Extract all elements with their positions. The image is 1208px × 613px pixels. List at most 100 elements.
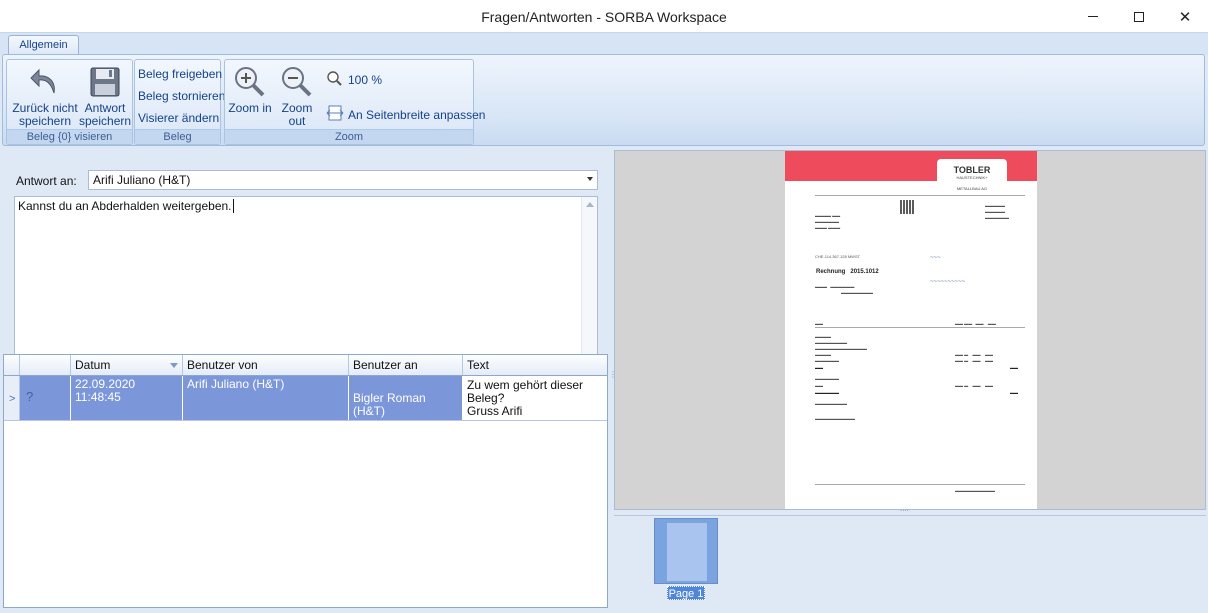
- tab-allgemein[interactable]: Allgemein: [8, 35, 79, 56]
- minimize-icon: [1088, 16, 1098, 17]
- reply-to-value: Arifi Juliano (H&T): [93, 173, 191, 187]
- doc-amount-3: ▬▬: [1010, 365, 1018, 370]
- doc-row-9: ▬▬▬▬▬▬: [815, 390, 839, 395]
- document-viewer[interactable]: TOBLER HAUSTECHNIK+ METALLBAU AG ▬▬▬▬ ▬▬…: [614, 150, 1206, 510]
- doc-terms: ▬▬▬▬▬▬▬▬: [815, 401, 847, 406]
- logo-name: TOBLER: [953, 165, 991, 175]
- left-pane: Antwort an: Arifi Juliano (H&T) Kannst d…: [0, 148, 611, 613]
- zoom-out-button[interactable]: Zoom out: [272, 62, 322, 128]
- ribbon-group-visieren: Zurück nicht speichern Antwort speichern…: [6, 59, 133, 145]
- reply-to-combo[interactable]: Arifi Juliano (H&T): [88, 170, 598, 190]
- maximize-button[interactable]: [1116, 0, 1162, 33]
- reply-to-label: Antwort an:: [16, 174, 77, 188]
- maximize-icon: [1134, 11, 1144, 22]
- ribbon-group-beleg: Beleg freigeben Beleg stornieren Visiere…: [134, 59, 225, 145]
- zoom-in-icon: [228, 62, 272, 102]
- header-benutzer-von[interactable]: Benutzer von: [183, 355, 349, 375]
- doc-footer-line: [815, 484, 1025, 485]
- floppy-disk-icon: [79, 62, 131, 102]
- cancel-document-button[interactable]: Beleg stornieren: [138, 89, 225, 103]
- zoom-out-icon: [272, 62, 322, 102]
- close-icon: ✕: [1178, 8, 1192, 26]
- thumbnail-label[interactable]: Page 1: [667, 586, 705, 600]
- doc-object-2: ▬▬▬▬▬▬▬▬: [841, 290, 873, 295]
- doc-amount-1: ▬▬ ▬ ▬▬ ▬▬: [955, 352, 994, 357]
- zoom-level-label: 100 %: [348, 72, 383, 87]
- doc-amount-5: ▬▬: [1010, 390, 1018, 395]
- doc-row-2: ▬▬▬▬▬▬▬▬: [815, 340, 847, 345]
- fit-width-icon: [326, 104, 344, 125]
- fit-width-button[interactable]: An Seitenbreite anpassen: [326, 104, 485, 125]
- doc-address-2: ▬▬▬▬▬▬: [815, 219, 839, 224]
- header-datum[interactable]: Datum: [71, 355, 183, 375]
- logo-sub1: HAUSTECHNIK+: [956, 175, 988, 180]
- doc-table-line-1: [815, 327, 1025, 328]
- close-button[interactable]: ✕: [1162, 0, 1208, 33]
- release-document-button[interactable]: Beleg freigeben: [138, 67, 222, 81]
- cell-von: Arifi Juliano (H&T): [183, 376, 349, 420]
- cell-text-line3: Gruss Arifi: [467, 404, 523, 418]
- handwritten-note-2: ~~~~~~~~~~: [930, 279, 966, 285]
- doc-contact-3: ▬▬▬▬▬▬: [985, 215, 1009, 220]
- minimize-button[interactable]: [1070, 0, 1116, 33]
- doc-row-7: ▬▬▬▬▬▬: [815, 376, 839, 381]
- text-cursor: [232, 199, 234, 213]
- table-row[interactable]: ? 22.09.2020 11:48:45 Arifi Juliano (H&T…: [20, 376, 607, 421]
- zoom-out-label: Zoom out: [281, 101, 313, 128]
- save-answer-button[interactable]: Antwort speichern: [79, 62, 131, 128]
- doc-thanks: ▬▬▬▬▬▬▬▬▬▬: [815, 416, 855, 421]
- company-logo: TOBLER HAUSTECHNIK+ METALLBAU AG: [937, 159, 1007, 199]
- qr-code-icon: [900, 200, 914, 214]
- doc-table-header: ▬▬: [815, 321, 823, 326]
- thumbnail-panel: Page 1: [614, 515, 1206, 613]
- doc-invoice-label: Rechnung: [816, 269, 846, 275]
- group-label-visieren: Beleg {0} visieren: [7, 129, 132, 144]
- header-datum-label: Datum: [75, 358, 111, 372]
- cell-text: Zu wem gehört dieser Beleg? Gruss Arifi: [463, 376, 607, 420]
- doc-address-1: ▬▬▬▬ ▬▬: [815, 213, 841, 218]
- doc-address-3: ▬▬▬ ▬▬▬: [815, 225, 841, 230]
- cell-icon: ?: [20, 376, 71, 420]
- sort-desc-icon: [170, 363, 178, 368]
- header-indicator: [4, 355, 20, 375]
- cell-datum: 22.09.2020 11:48:45: [71, 376, 183, 420]
- thumbnail-page-preview: [667, 523, 707, 581]
- row-selector[interactable]: >: [4, 376, 20, 421]
- horizontal-splitter-grip[interactable]: ....: [900, 504, 909, 513]
- doc-invoice-number: 2015.1012: [850, 269, 879, 275]
- header-benutzer-an[interactable]: Benutzer an: [349, 355, 463, 375]
- back-no-save-button[interactable]: Zurück nicht speichern: [9, 62, 81, 128]
- doc-cols: ▬▬ ▬▬ ▬▬ ▬▬: [955, 321, 996, 326]
- doc-row-4: ▬▬▬▬: [815, 352, 831, 357]
- scroll-up-icon[interactable]: [586, 202, 594, 207]
- zoom-in-label: Zoom in: [228, 101, 272, 115]
- doc-row-5: ▬▬▬▬▬▬: [815, 358, 839, 363]
- chevron-down-icon[interactable]: [587, 177, 593, 181]
- doc-line: [815, 195, 1025, 196]
- group-label-zoom: Zoom: [225, 129, 473, 144]
- change-approver-button[interactable]: Visierer ändern: [138, 111, 219, 125]
- doc-contact-2: ▬▬▬▬▬: [985, 209, 1005, 214]
- zoom-100-button[interactable]: 100 %: [326, 70, 382, 89]
- title-bar: Fragen/Antworten - SORBA Workspace ✕: [0, 0, 1208, 33]
- header-icon-col[interactable]: [20, 355, 71, 375]
- doc-contact-1: ▬▬▬▬▬: [985, 203, 1005, 208]
- page-thumbnail[interactable]: [654, 518, 718, 584]
- row-pointer-icon: >: [9, 393, 16, 405]
- ribbon-group-zoom: Zoom in Zoom out 100 % An Seitenbreite a…: [224, 59, 485, 145]
- document-page: TOBLER HAUSTECHNIK+ METALLBAU AG ▬▬▬▬ ▬▬…: [785, 151, 1037, 509]
- cell-an: Bigler Roman (H&T): [349, 376, 463, 420]
- doc-footer: ▬▬▬▬▬▬▬▬▬▬: [955, 488, 995, 493]
- ribbon: Zurück nicht speichern Antwort speichern…: [2, 54, 1205, 146]
- doc-amount-2: ▬▬ ▬ ▬▬ ▬▬: [955, 358, 994, 363]
- logo-sub2: METALLBAU AG: [956, 186, 988, 191]
- header-text[interactable]: Text: [463, 355, 606, 375]
- question-icon: ?: [26, 389, 34, 404]
- doc-row-6: ▬▬: [815, 365, 823, 370]
- message-text: Kannst du an Abderhalden weitergeben.: [18, 199, 232, 213]
- doc-vat-id: CHE-114.367.128 MWST: [815, 254, 861, 259]
- zoom-in-button[interactable]: Zoom in: [228, 62, 272, 115]
- doc-row-1: ▬▬▬▬: [815, 334, 831, 339]
- grid-header: Datum Benutzer von Benutzer an Text: [4, 355, 607, 376]
- doc-invoice-title: Rechnung 2015.1012: [816, 269, 879, 275]
